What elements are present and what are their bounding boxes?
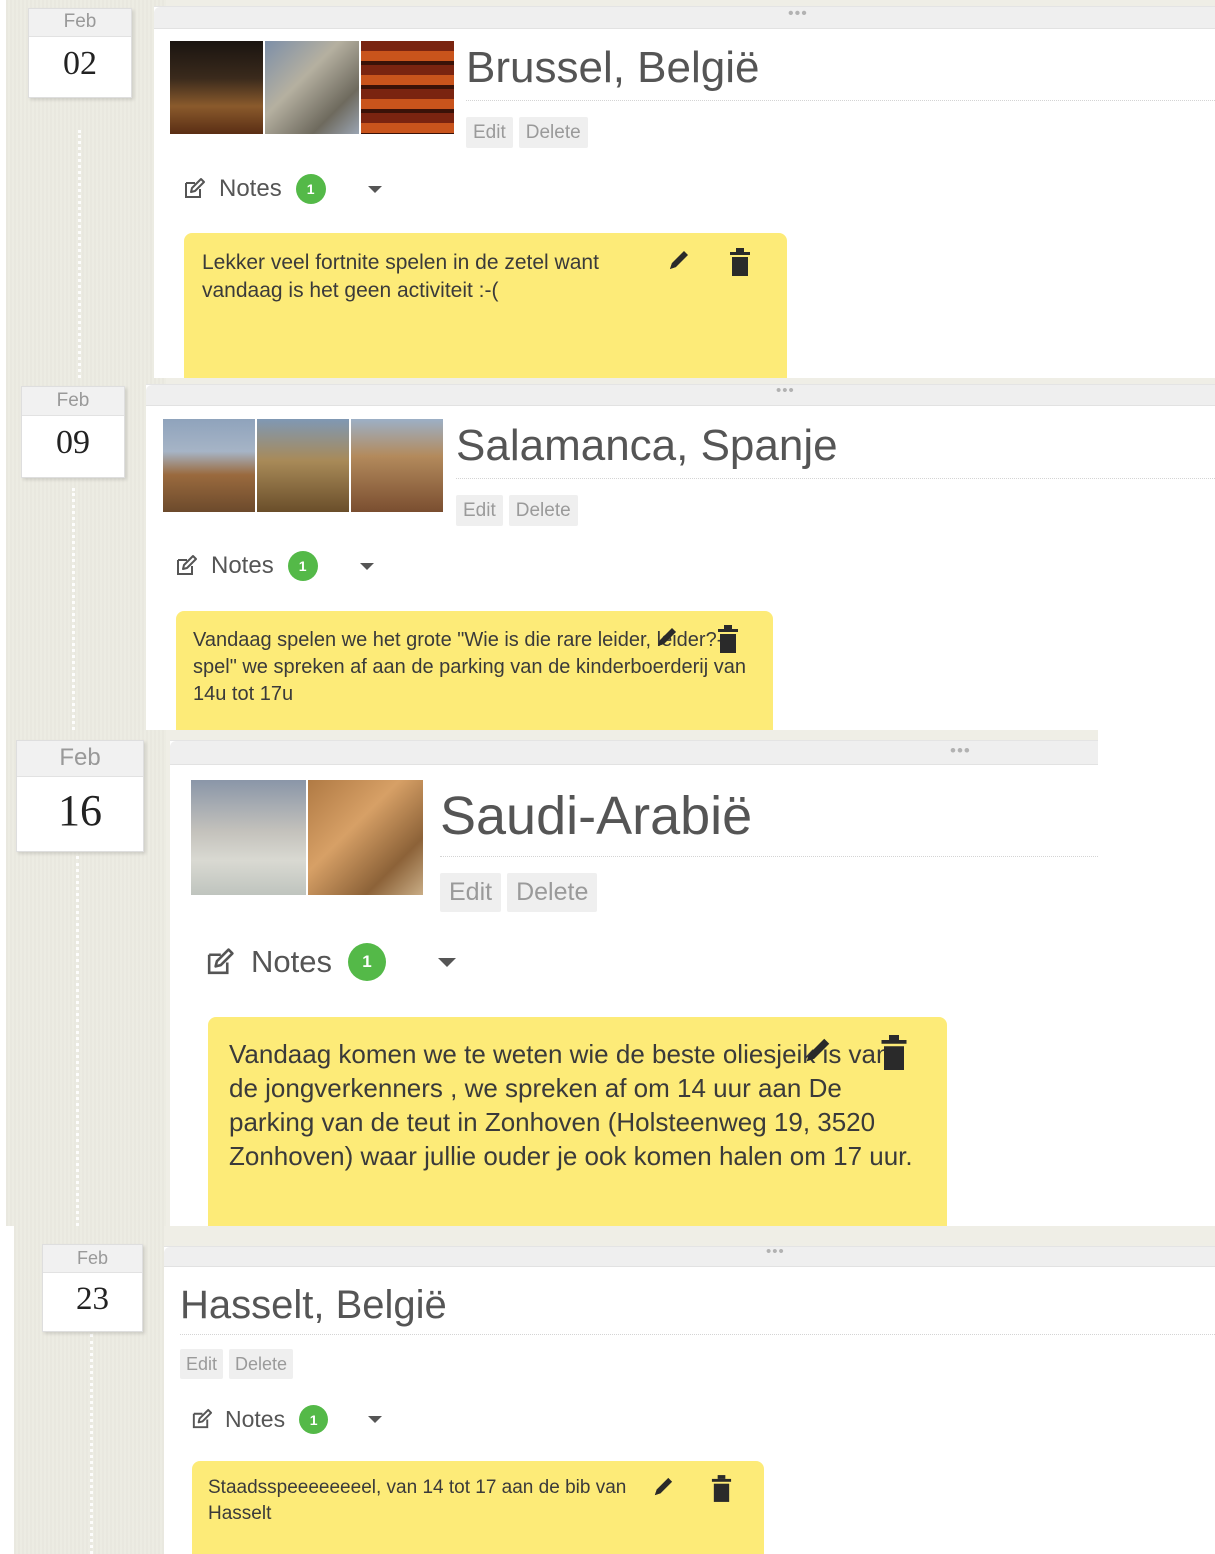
- timeline-dashed-line: [90, 1334, 93, 1554]
- notes-count-badge: 1: [287, 551, 318, 581]
- ellipsis-icon[interactable]: •••: [776, 382, 795, 399]
- card-drag-handle[interactable]: [154, 7, 1215, 29]
- brussels-grand-place-photo[interactable]: [170, 41, 264, 134]
- date-month: Feb: [43, 1245, 142, 1273]
- trash-icon[interactable]: [710, 1475, 733, 1502]
- edit-button[interactable]: Edit: [466, 117, 513, 148]
- mecca-kaaba-photo[interactable]: [191, 780, 306, 895]
- pencil-icon[interactable]: [803, 1035, 833, 1065]
- caret-down-icon[interactable]: [437, 957, 456, 967]
- caret-down-icon[interactable]: [368, 1416, 383, 1423]
- activity-title: Hasselt, België: [180, 1283, 1215, 1335]
- note-actions: [655, 625, 740, 653]
- notes-count-badge: 1: [347, 943, 386, 981]
- date-month: Feb: [22, 387, 124, 416]
- pencil-square-icon: [182, 177, 206, 201]
- activity-title: Salamanca, Spanje: [456, 421, 1215, 479]
- delete-button[interactable]: Delete: [508, 495, 578, 526]
- photo-gallery: [163, 419, 443, 512]
- notes-toggle[interactable]: Notes 1: [182, 174, 382, 204]
- sticky-note: Vandaag spelen we het grote "Wie is die …: [176, 611, 773, 730]
- delete-button[interactable]: Delete: [229, 1349, 294, 1379]
- sticky-note: Vandaag komen we te weten wie de beste o…: [208, 1017, 947, 1226]
- photo-gallery: [191, 780, 423, 895]
- note-actions: [652, 1475, 733, 1502]
- photo-gallery: [170, 41, 454, 134]
- date-day: 23: [76, 1281, 109, 1317]
- card-actions: Edit Delete: [456, 495, 578, 526]
- pencil-square-icon: [190, 1408, 213, 1431]
- card-actions: Edit Delete: [466, 117, 588, 148]
- salamanca-dome-photo[interactable]: [257, 419, 349, 512]
- trash-icon[interactable]: [716, 625, 740, 653]
- trash-icon[interactable]: [879, 1035, 909, 1070]
- date-card: Feb 09: [21, 386, 125, 478]
- date-day: 09: [56, 424, 90, 461]
- salamanca-rooftops-photo[interactable]: [351, 419, 443, 512]
- camel-man-photo[interactable]: [308, 780, 423, 895]
- timeline-dashed-line: [76, 856, 79, 1226]
- activity-title: Saudi-Arabië: [440, 785, 1098, 857]
- edit-button[interactable]: Edit: [456, 495, 503, 526]
- notes-label: Notes: [225, 1406, 286, 1432]
- timeline-entry-brussel: Feb 02 ••• Brussel, België Edit Delete N…: [6, 0, 1215, 378]
- edit-button[interactable]: Edit: [440, 873, 502, 912]
- ellipsis-icon[interactable]: •••: [788, 5, 808, 23]
- activity-card: ••• Hasselt, België Edit Delete Notes 1 …: [164, 1243, 1215, 1554]
- date-month: Feb: [17, 741, 143, 777]
- timeline-entry-salamanca: Feb 09 ••• Salamanca, Spanje Edit Delete…: [6, 378, 1215, 730]
- pencil-icon[interactable]: [652, 1475, 675, 1498]
- card-actions: Edit Delete: [440, 873, 598, 912]
- date-card: Feb 16: [16, 740, 144, 852]
- card-drag-handle[interactable]: [164, 1247, 1215, 1267]
- caret-down-icon[interactable]: [367, 185, 382, 193]
- brussels-beer-shelves-photo[interactable]: [360, 41, 454, 134]
- note-actions: [803, 1035, 909, 1070]
- note-text: Lekker veel fortnite spelen in de zetel …: [202, 251, 599, 302]
- notes-count-badge: 1: [299, 1405, 329, 1434]
- timeline-dashed-line: [72, 488, 75, 730]
- sticky-note: Staadsspeeeeeeeel, van 14 tot 17 aan de …: [192, 1461, 764, 1554]
- date-card: Feb 02: [28, 8, 132, 98]
- date-card: Feb 23: [42, 1244, 143, 1332]
- date-day: 02: [63, 45, 97, 82]
- notes-toggle[interactable]: Notes 1: [204, 943, 456, 981]
- notes-label: Notes: [219, 175, 282, 202]
- date-day: 16: [58, 786, 102, 835]
- pencil-icon[interactable]: [655, 625, 679, 649]
- notes-toggle[interactable]: Notes 1: [174, 551, 374, 581]
- notes-count-badge: 1: [295, 174, 326, 204]
- pencil-icon[interactable]: [667, 248, 691, 272]
- card-actions: Edit Delete: [180, 1349, 294, 1379]
- notes-toggle[interactable]: Notes 1: [190, 1405, 383, 1434]
- ellipsis-icon[interactable]: •••: [766, 1243, 785, 1260]
- timeline-entry-hasselt: Feb 23 ••• Hasselt, België Edit Delete N…: [14, 1226, 1215, 1554]
- sticky-note: Lekker veel fortnite spelen in de zetel …: [184, 233, 787, 378]
- card-drag-handle[interactable]: [146, 385, 1215, 406]
- date-month: Feb: [29, 9, 131, 37]
- activity-card: ••• Brussel, België Edit Delete Notes 1 …: [154, 5, 1215, 378]
- delete-button[interactable]: Delete: [518, 117, 588, 148]
- ellipsis-icon[interactable]: •••: [950, 741, 971, 761]
- timeline-entry-saudi-arabie: Feb 16 ••• Saudi-Arabië Edit Delete Note…: [6, 730, 1098, 1226]
- activity-card: ••• Saudi-Arabië Edit Delete Notes 1 Van…: [170, 740, 1098, 1226]
- notes-label: Notes: [211, 552, 274, 579]
- brussels-comic-mural-photo[interactable]: [265, 41, 359, 134]
- notes-label: Notes: [251, 944, 332, 979]
- timeline-dashed-line: [78, 130, 81, 378]
- activity-title: Brussel, België: [466, 43, 1215, 101]
- trash-icon[interactable]: [728, 248, 752, 276]
- edit-button[interactable]: Edit: [180, 1349, 224, 1379]
- note-actions: [667, 248, 752, 276]
- pencil-square-icon: [204, 947, 235, 978]
- delete-button[interactable]: Delete: [507, 873, 598, 912]
- caret-down-icon[interactable]: [359, 562, 374, 570]
- pencil-square-icon: [174, 554, 198, 578]
- note-text: Staadsspeeeeeeeel, van 14 tot 17 aan de …: [208, 1477, 627, 1524]
- salamanca-cathedral-photo[interactable]: [163, 419, 255, 512]
- activity-card: ••• Salamanca, Spanje Edit Delete Notes …: [146, 382, 1215, 730]
